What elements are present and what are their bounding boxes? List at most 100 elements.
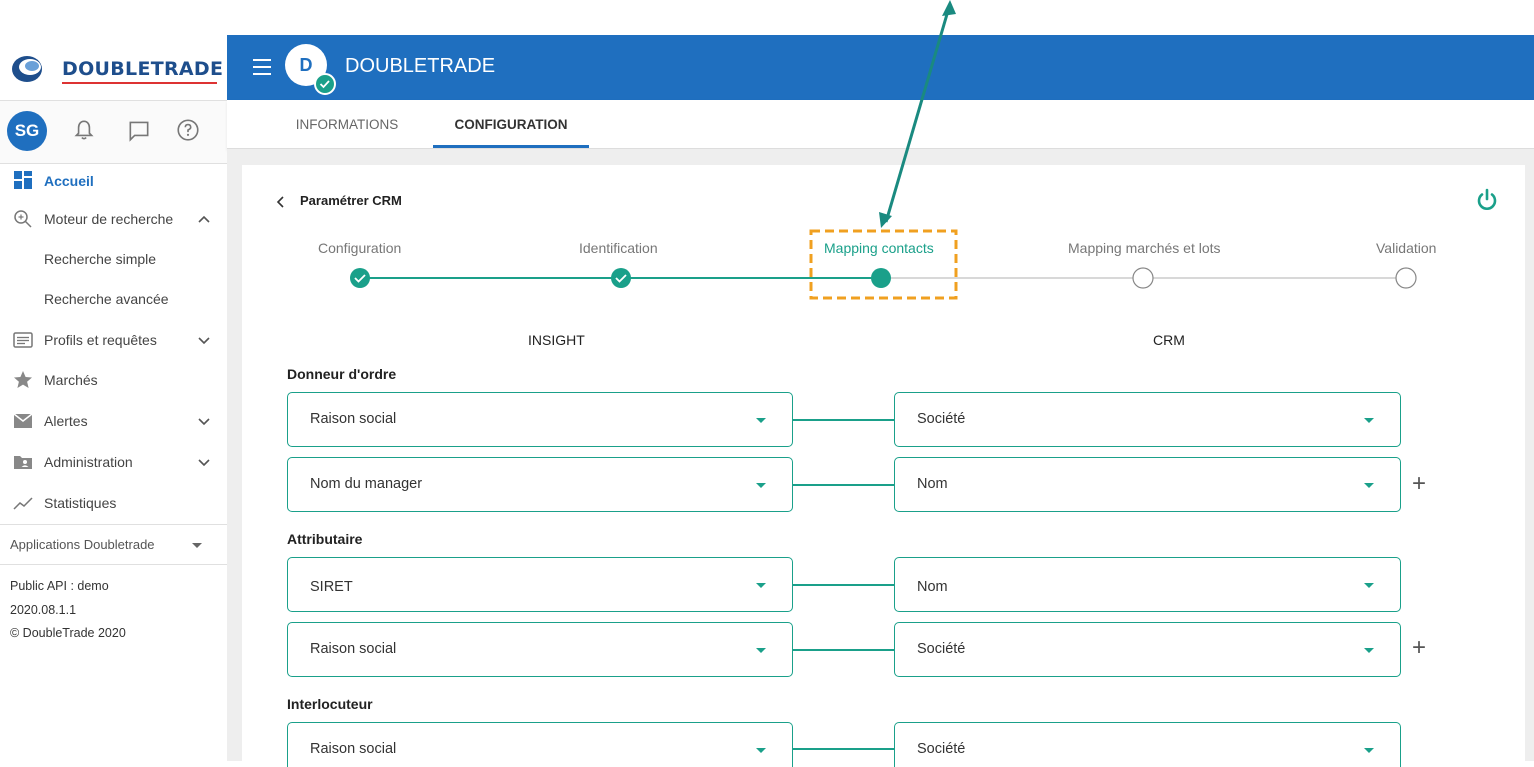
caret-down-icon[interactable] — [192, 543, 202, 548]
caret-down-icon — [1364, 648, 1374, 653]
insight-select[interactable]: Raison social — [287, 722, 793, 767]
footer-version: 2020.08.1.1 — [10, 603, 77, 617]
crm-select[interactable]: Société — [894, 392, 1401, 447]
select-value: Raison social — [310, 411, 397, 427]
crm-select[interactable]: Société — [894, 622, 1401, 677]
section-interlocuteur: Interlocuteur — [287, 696, 373, 712]
sidebar-item-label: Moteur de recherche — [44, 211, 174, 227]
caret-down-icon — [756, 648, 766, 653]
list-icon — [13, 332, 33, 348]
mapping-link — [793, 419, 894, 421]
select-value: Société — [917, 641, 966, 657]
chevron-down-icon[interactable] — [196, 413, 212, 429]
sidebar-item-recherche-simple[interactable]: Recherche simple — [0, 241, 227, 277]
back-arrow-icon[interactable] — [274, 195, 288, 209]
mapping-link — [793, 649, 894, 651]
sidebar-item-label: Statistiques — [44, 495, 117, 511]
insight-select[interactable]: Raison social — [287, 392, 793, 447]
sidebar-item-label: Recherche simple — [44, 251, 157, 267]
sidebar-item-label: Marchés — [44, 372, 98, 388]
app-header: D DOUBLETRADE — [227, 35, 1534, 100]
select-value: Nom — [917, 476, 948, 492]
section-donneur-ordre: Donneur d'ordre — [287, 366, 397, 382]
column-crm: CRM — [1153, 332, 1185, 348]
divider — [0, 564, 227, 565]
crm-select[interactable]: Nom — [894, 557, 1401, 612]
sidebar-item-recherche-avancee[interactable]: Recherche avancée — [0, 281, 227, 317]
tab-informations[interactable]: INFORMATIONS — [257, 100, 437, 148]
step-identification[interactable]: Identification — [579, 240, 658, 256]
add-mapping-button[interactable]: + — [1412, 634, 1426, 662]
user-bar: SG — [0, 100, 227, 164]
sidebar-item-profils[interactable]: Profils et requêtes — [0, 322, 227, 358]
insight-select[interactable]: SIRET — [287, 557, 793, 612]
step-mapping-marches[interactable]: Mapping marchés et lots — [1068, 240, 1221, 256]
page-title: Paramétrer CRM — [300, 193, 402, 208]
footer-copyright: © DoubleTrade 2020 — [10, 626, 126, 640]
admin-icon — [14, 456, 32, 469]
mapping-link — [793, 584, 894, 586]
mail-icon — [13, 413, 33, 428]
add-mapping-button[interactable]: + — [1412, 470, 1426, 498]
caret-down-icon — [756, 483, 766, 488]
select-value: SIRET — [310, 579, 353, 595]
applications-menu[interactable]: Applications Doubletrade — [10, 537, 155, 552]
sidebar-item-label: Alertes — [44, 413, 88, 429]
column-insight: INSIGHT — [528, 332, 585, 348]
sidebar-item-statistiques[interactable]: Statistiques — [0, 485, 227, 521]
tabs: INFORMATIONS CONFIGURATION — [227, 100, 1534, 149]
caret-down-icon — [1364, 748, 1374, 753]
insight-select[interactable]: Raison social — [287, 622, 793, 677]
select-value: Société — [917, 741, 966, 757]
logo-underline — [62, 82, 217, 84]
step-configuration[interactable]: Configuration — [318, 240, 401, 256]
active-tab-indicator — [433, 145, 589, 148]
chevron-down-icon[interactable] — [196, 454, 212, 470]
tab-configuration[interactable]: CONFIGURATION — [433, 100, 589, 148]
caret-down-icon — [1364, 583, 1374, 588]
caret-down-icon — [1364, 418, 1374, 423]
dashboard-icon — [14, 171, 32, 189]
chevron-up-icon[interactable] — [196, 211, 212, 227]
chevron-down-icon[interactable] — [196, 332, 212, 348]
sidebar-item-accueil[interactable]: Accueil — [0, 163, 227, 199]
sidebar: DOUBLETRADE SG Accueil Moteur de recherc… — [0, 0, 227, 761]
step-validation[interactable]: Validation — [1376, 240, 1436, 256]
power-icon[interactable] — [1475, 188, 1499, 212]
avatar[interactable]: SG — [7, 111, 47, 151]
sidebar-item-marches[interactable]: Marchés — [0, 362, 227, 398]
bell-icon[interactable] — [71, 117, 97, 143]
menu-icon[interactable] — [253, 59, 271, 75]
insight-select[interactable]: Nom du manager — [287, 457, 793, 512]
sidebar-item-label: Profils et requêtes — [44, 332, 157, 348]
caret-down-icon — [756, 583, 766, 588]
check-badge-icon — [314, 73, 336, 95]
search-icon — [14, 210, 32, 228]
mapping-link — [793, 748, 894, 750]
brand-logo[interactable]: DOUBLETRADE — [10, 52, 223, 86]
footer-api: Public API : demo — [10, 579, 109, 593]
select-value: Raison social — [310, 741, 397, 757]
sidebar-item-label: Recherche avancée — [44, 291, 169, 307]
divider — [0, 524, 227, 525]
sidebar-item-administration[interactable]: Administration — [0, 444, 227, 480]
sidebar-item-label: Administration — [44, 454, 133, 470]
select-value: Nom — [917, 579, 948, 595]
crm-select[interactable]: Société — [894, 722, 1401, 767]
step-mapping-contacts[interactable]: Mapping contacts — [824, 240, 934, 256]
sidebar-item-alertes[interactable]: Alertes — [0, 403, 227, 439]
crm-select[interactable]: Nom — [894, 457, 1401, 512]
chat-icon[interactable] — [126, 117, 152, 143]
caret-down-icon — [756, 418, 766, 423]
select-value: Nom du manager — [310, 476, 423, 492]
header-title: DOUBLETRADE — [345, 55, 496, 77]
doubletrade-logo-icon — [12, 56, 42, 82]
caret-down-icon — [756, 748, 766, 753]
logo-text: DOUBLETRADE — [62, 58, 224, 80]
section-attributaire: Attributaire — [287, 531, 363, 547]
sidebar-item-moteur[interactable]: Moteur de recherche — [0, 201, 227, 237]
help-icon[interactable] — [175, 117, 201, 143]
caret-down-icon — [1364, 483, 1374, 488]
mapping-link — [793, 484, 894, 486]
chart-icon — [13, 497, 33, 510]
